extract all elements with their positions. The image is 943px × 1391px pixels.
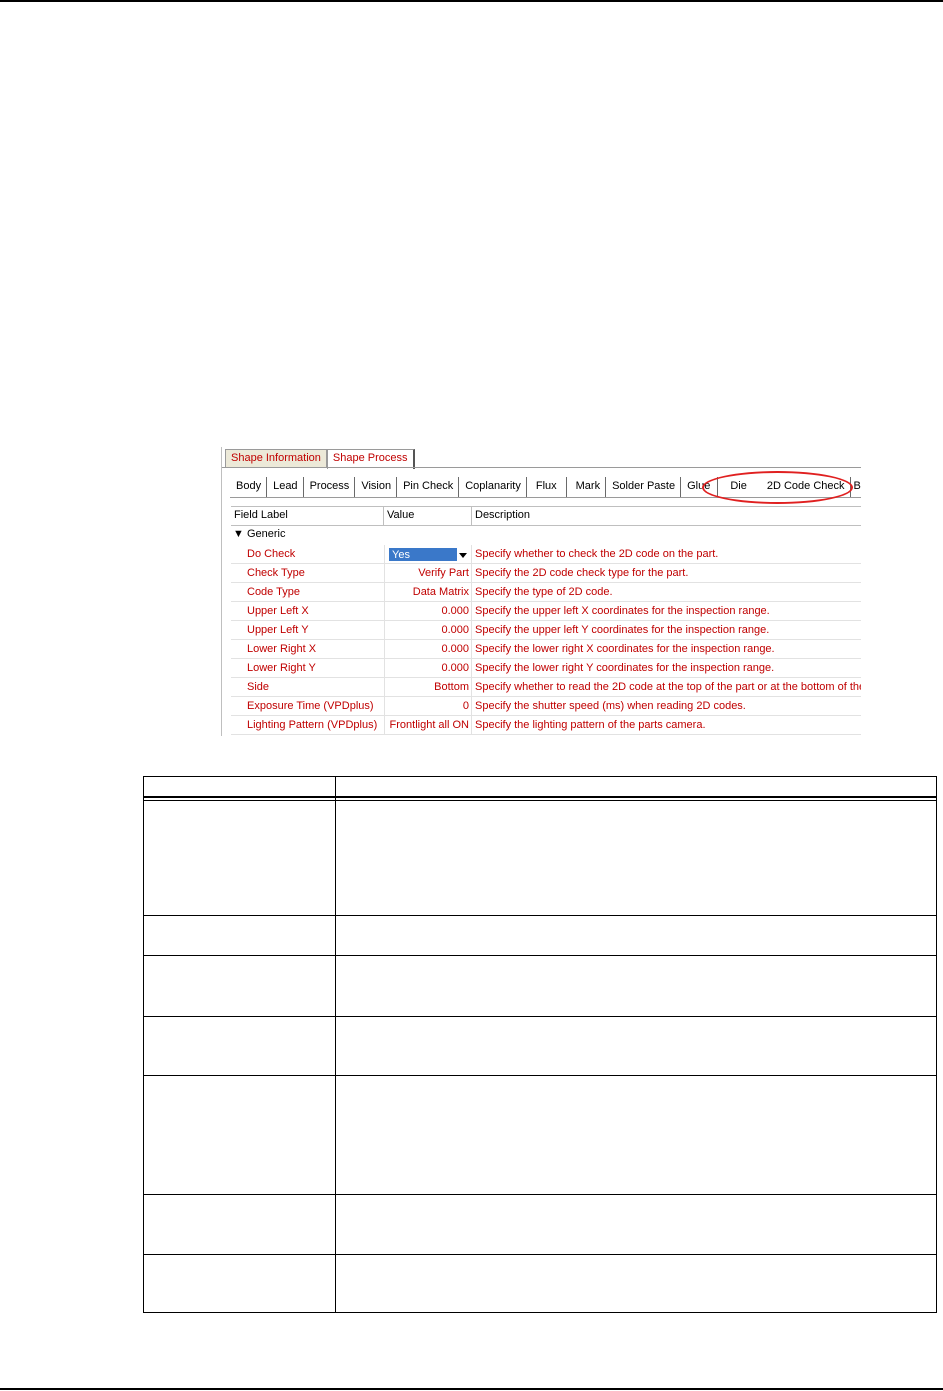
tab-shape-process[interactable]: Shape Process (326, 449, 415, 469)
highlight-ring (702, 471, 853, 504)
property-grid: Field Label Value Description ▼ Generic … (231, 506, 861, 735)
section-generic[interactable]: ▼ Generic (231, 526, 861, 545)
select-value: Yes (389, 547, 457, 561)
grid-row-lower-right-y[interactable]: Lower Right Y 0.000 Specify the lower ri… (231, 659, 861, 678)
row-description: Specify the 2D code check type for the p… (475, 567, 689, 579)
table-cell (143, 1253, 336, 1313)
table-cell (143, 954, 336, 1017)
row-value[interactable]: 0.000 (384, 640, 472, 658)
grid-header: Field Label Value Description (231, 506, 861, 526)
row-value[interactable]: Verify Part (384, 564, 472, 582)
table-row (143, 1253, 937, 1313)
select-box[interactable]: Yes (387, 546, 471, 561)
table-cell (143, 799, 336, 916)
row-value[interactable]: 0 (384, 697, 472, 715)
tab-vision[interactable]: Vision (355, 477, 398, 497)
table-cell (335, 799, 937, 916)
grid-row-code-type[interactable]: Code Type Data Matrix Specify the type o… (231, 583, 861, 602)
grid-row-upper-left-y[interactable]: Upper Left Y 0.000 Specify the upper lef… (231, 621, 861, 640)
grid-row-lower-right-x[interactable]: Lower Right X 0.000 Specify the lower ri… (231, 640, 861, 659)
row-value[interactable]: 0.000 (384, 602, 472, 620)
row-description: Specify the lower right X coordinates fo… (475, 643, 775, 655)
row-description: Specify the type of 2D code. (475, 586, 613, 598)
table-row (143, 1074, 937, 1195)
table-row (143, 1015, 937, 1076)
table-cell (143, 914, 336, 956)
tab-process[interactable]: Process (304, 477, 356, 497)
header-value[interactable]: Value (384, 507, 472, 525)
row-value[interactable]: Data Matrix (384, 583, 472, 601)
main-tab-bar: Shape Information Shape Process (225, 449, 415, 469)
row-label: Do Check (247, 548, 296, 560)
tab-lead[interactable]: Lead (267, 477, 304, 497)
grid-row-upper-left-x[interactable]: Upper Left X 0.000 Specify the upper lef… (231, 602, 861, 621)
row-description: Specify whether to check the 2D code on … (475, 548, 719, 560)
row-value[interactable]: Bottom (384, 678, 472, 696)
tab-flux[interactable]: Flux (527, 477, 567, 497)
tab-mark[interactable]: Mark (567, 477, 607, 497)
row-label: Side (247, 681, 270, 693)
do-check-select[interactable]: Yes (384, 545, 472, 563)
table-cell (143, 1193, 336, 1255)
shape-process-dialog: Shape Information Shape Process Body Lea… (221, 447, 861, 736)
table-header-row (143, 776, 937, 797)
row-label: Upper Left Y (247, 624, 309, 636)
field-description-table (143, 776, 937, 1313)
row-label: Exposure Time (VPDplus) (247, 700, 374, 712)
grid-row-lighting-pattern[interactable]: Lighting Pattern (VPDplus) Frontlight al… (231, 716, 861, 735)
table-header-cell (143, 776, 336, 797)
table-cell (143, 1074, 336, 1195)
tab-panel-border (222, 467, 861, 468)
table-row (143, 1193, 937, 1255)
table-cell (335, 914, 937, 956)
header-description[interactable]: Description (472, 507, 861, 525)
row-label: Lower Right X (247, 643, 317, 655)
row-description: Specify whether to read the 2D code at t… (475, 681, 861, 693)
row-description: Specify the upper left Y coordinates for… (475, 624, 770, 636)
table-row (143, 954, 937, 1017)
table-cell (335, 1253, 937, 1313)
tab-pin-check[interactable]: Pin Check (397, 477, 460, 497)
table-cell (335, 1015, 937, 1076)
dropdown-arrow-icon[interactable] (459, 552, 467, 558)
tab-body[interactable]: Body (230, 477, 268, 497)
row-label: Lighting Pattern (VPDplus) (247, 719, 378, 731)
table-cell (335, 1193, 937, 1255)
header-field-label[interactable]: Field Label (231, 507, 384, 525)
row-label: Check Type (247, 567, 305, 579)
row-value[interactable]: Frontlight all ON (384, 716, 472, 734)
row-value[interactable]: 0.000 (384, 659, 472, 677)
table-cell (335, 1074, 937, 1195)
table-row (143, 914, 937, 956)
row-value[interactable]: 0.000 (384, 621, 472, 639)
row-label: Lower Right Y (247, 662, 316, 674)
table-header-cell (335, 776, 937, 797)
grid-row-side[interactable]: Side Bottom Specify whether to read the … (231, 678, 861, 697)
row-description: Specify the shutter speed (ms) when read… (475, 700, 746, 712)
row-label: Upper Left X (247, 605, 309, 617)
row-description: Specify the lighting pattern of the part… (475, 719, 706, 731)
tab-solder-paste[interactable]: Solder Paste (606, 477, 682, 497)
tab-coplanarity[interactable]: Coplanarity (459, 477, 527, 497)
page-bottom-rule (0, 1388, 943, 1390)
grid-row-do-check[interactable]: Do Check Yes Specify whether to check th… (231, 545, 861, 564)
row-label: Code Type (247, 586, 301, 598)
row-description: Specify the lower right Y coordinates fo… (475, 662, 775, 674)
table-cell (143, 1015, 336, 1076)
grid-row-check-type[interactable]: Check Type Verify Part Specify the 2D co… (231, 564, 861, 583)
table-row (143, 799, 937, 916)
grid-row-exposure-time[interactable]: Exposure Time (VPDplus) 0 Specify the sh… (231, 697, 861, 716)
tab-shape-information[interactable]: Shape Information (225, 449, 327, 468)
table-cell (335, 954, 937, 1017)
row-description: Specify the upper left X coordinates for… (475, 605, 770, 617)
page-top-rule (0, 0, 943, 2)
